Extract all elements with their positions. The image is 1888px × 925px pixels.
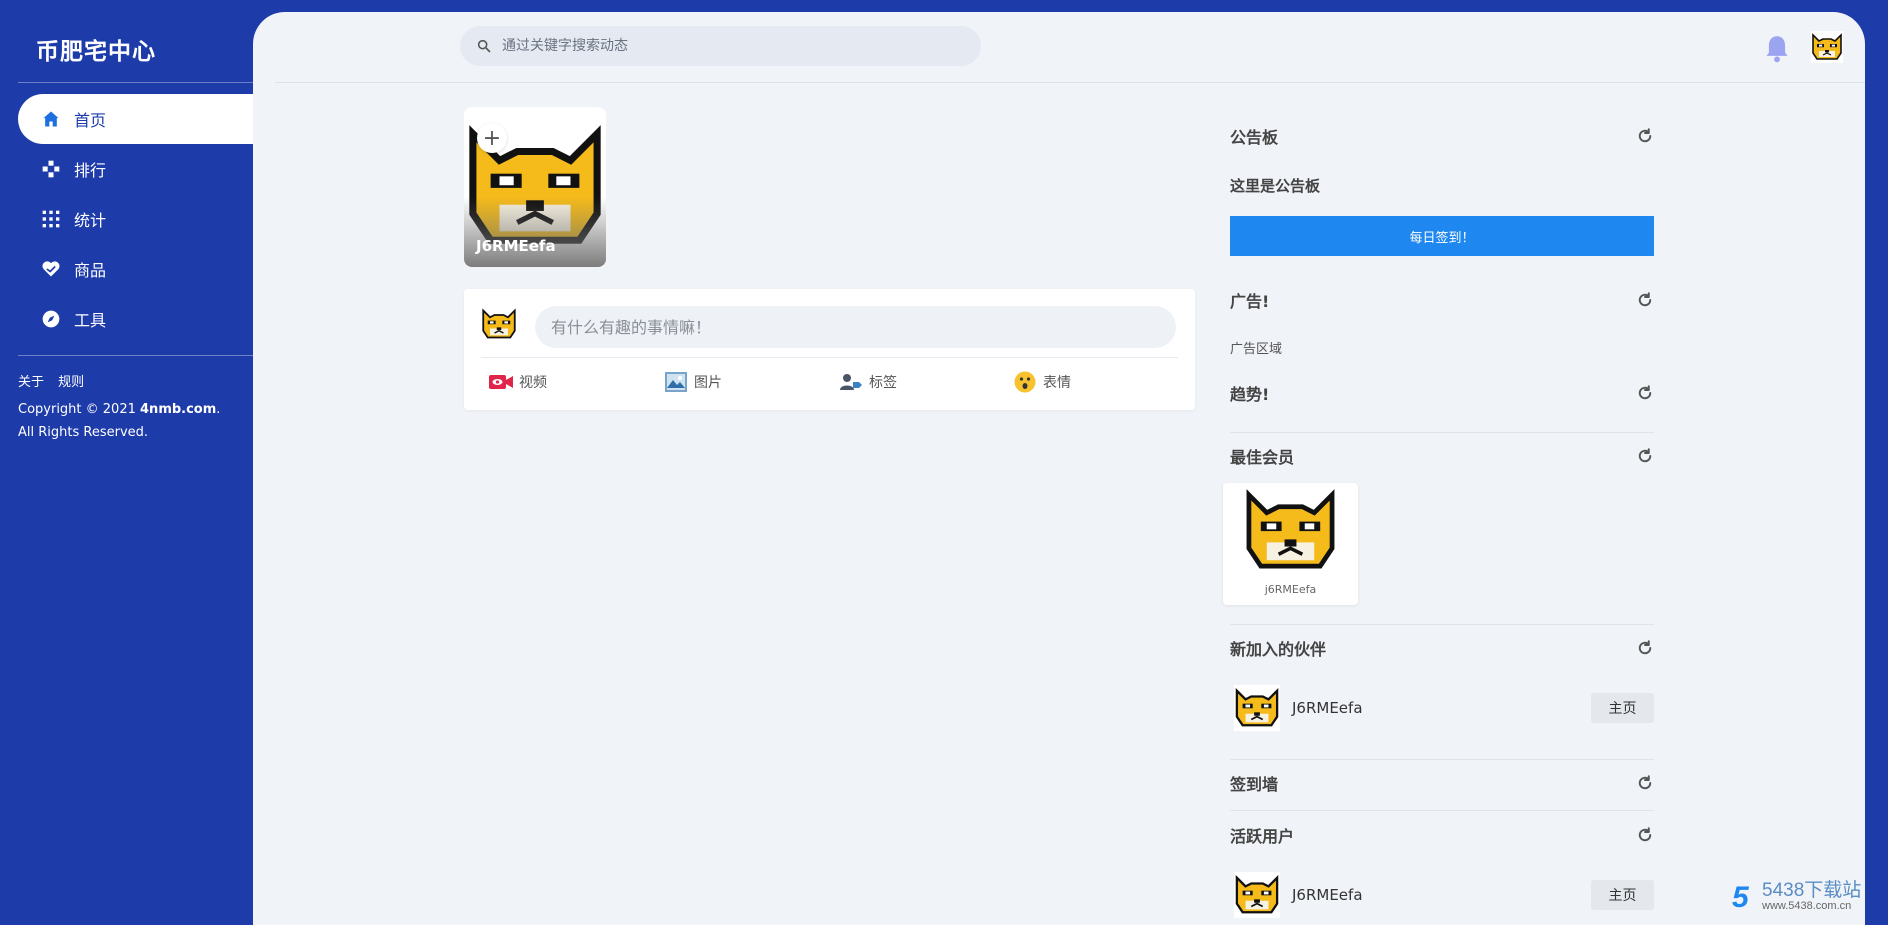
- profile-gradient: [464, 197, 606, 267]
- footer-links: 关于 规则: [18, 371, 94, 390]
- home-icon: [40, 108, 62, 130]
- section-divider: [1230, 759, 1654, 760]
- active-user-name[interactable]: J6RMEefa: [1292, 886, 1591, 904]
- ad-text: 广告区域: [1230, 342, 1283, 357]
- sidebar-item-label: 首页: [74, 111, 107, 130]
- compass-icon: [40, 308, 62, 330]
- heart-icon: [40, 258, 62, 280]
- refresh-icon[interactable]: [1636, 291, 1654, 309]
- copyright-brand: 4nmb.com: [140, 402, 217, 417]
- new-members-title: 新加入的伙伴: [1230, 640, 1327, 659]
- gamepad-icon: [40, 158, 62, 180]
- sidebar-item-tools[interactable]: 工具: [18, 294, 253, 344]
- ad-header: 广告!: [1230, 288, 1654, 312]
- search-icon: [477, 39, 491, 53]
- notice-text: 这里是公告板: [1230, 177, 1321, 195]
- notice-title: 公告板: [1230, 128, 1279, 147]
- active-user-row: J6RMEefa 主页: [1230, 870, 1654, 920]
- video-label: 视频: [519, 375, 547, 391]
- composer-avatar: [481, 306, 517, 342]
- composer-divider: [481, 357, 1178, 358]
- homepage-button[interactable]: 主页: [1591, 693, 1654, 723]
- video-icon: [489, 371, 513, 393]
- new-member-name[interactable]: J6RMEefa: [1292, 699, 1591, 717]
- active-users-header: 活跃用户: [1230, 823, 1654, 847]
- section-divider: [1230, 810, 1654, 811]
- image-button[interactable]: 图片: [664, 371, 722, 393]
- profile-name: J6RMEefa: [476, 237, 556, 255]
- best-member-header: 最佳会员: [1230, 444, 1654, 468]
- homepage-button[interactable]: 主页: [1591, 880, 1654, 910]
- refresh-icon[interactable]: [1636, 639, 1654, 657]
- new-member-avatar[interactable]: [1234, 685, 1280, 731]
- tag-user-icon: [839, 371, 863, 393]
- copyright-prefix: Copyright © 2021: [18, 402, 141, 417]
- copyright: Copyright © 2021 4nmb.com. All Rights Re…: [18, 398, 233, 444]
- main-panel: J6RMEefa + 视频 图片 标签 表情 公告板 这里是公告板 每日签到！ …: [253, 12, 1865, 925]
- header-divider: [275, 82, 1865, 83]
- watermark-url: www.5438.com.cn: [1762, 899, 1852, 912]
- notice-header: 公告板: [1230, 124, 1654, 148]
- watermark-title: 5438下载站: [1762, 879, 1862, 901]
- member-avatar: [1233, 483, 1348, 578]
- emoji-label: 表情: [1043, 375, 1071, 391]
- sidebar-divider: [18, 355, 253, 356]
- sidebar: 币肥宅中心 首页 排行 统计 商品 工具 关于 规则 Copyright © 2…: [0, 0, 253, 925]
- user-avatar[interactable]: [1811, 31, 1843, 63]
- image-label: 图片: [694, 375, 722, 391]
- sidebar-item-ranking[interactable]: 排行: [18, 144, 253, 194]
- sidebar-item-home[interactable]: 首页: [18, 94, 253, 144]
- best-member-card[interactable]: j6RMEefa: [1223, 483, 1358, 605]
- sidebar-item-stats[interactable]: 统计: [18, 194, 253, 244]
- watermark-digit: 5: [1732, 881, 1750, 912]
- refresh-icon[interactable]: [1636, 774, 1654, 792]
- post-input[interactable]: [535, 306, 1176, 348]
- section-divider: [1230, 432, 1654, 433]
- image-icon: [664, 371, 688, 393]
- watermark-logo-icon: 5: [1732, 881, 1750, 912]
- daily-signin-button[interactable]: 每日签到！: [1230, 216, 1654, 256]
- tag-button[interactable]: 标签: [839, 371, 897, 393]
- refresh-icon[interactable]: [1636, 127, 1654, 145]
- sidebar-item-label: 商品: [74, 261, 107, 280]
- emoji-icon: [1013, 371, 1037, 393]
- active-user-avatar[interactable]: [1234, 872, 1280, 918]
- sidebar-divider: [18, 82, 253, 83]
- search-input[interactable]: [500, 37, 944, 55]
- section-divider: [1230, 624, 1654, 625]
- sidebar-item-label: 工具: [74, 311, 107, 330]
- video-button[interactable]: 视频: [489, 371, 547, 393]
- ad-title: 广告!: [1230, 292, 1270, 311]
- sidebar-item-label: 排行: [74, 161, 107, 180]
- member-name: j6RMEefa: [1264, 583, 1317, 596]
- checkin-wall-title: 签到墙: [1230, 775, 1279, 794]
- refresh-icon[interactable]: [1636, 447, 1654, 465]
- add-cover-button[interactable]: +: [477, 123, 507, 153]
- checkin-wall-header: 签到墙: [1230, 771, 1654, 795]
- new-members-header: 新加入的伙伴: [1230, 636, 1654, 660]
- refresh-icon[interactable]: [1636, 826, 1654, 844]
- sidebar-item-label: 统计: [74, 211, 107, 230]
- sidebar-item-goods[interactable]: 商品: [18, 244, 253, 294]
- post-composer: 视频 图片 标签 表情: [464, 289, 1195, 410]
- new-member-row: J6RMEefa 主页: [1230, 683, 1654, 733]
- refresh-icon[interactable]: [1636, 384, 1654, 402]
- best-member-title: 最佳会员: [1230, 448, 1295, 467]
- emoji-button[interactable]: 表情: [1013, 371, 1071, 393]
- search-bar[interactable]: [460, 26, 981, 66]
- about-link[interactable]: 关于: [18, 375, 44, 390]
- rules-link[interactable]: 规则: [58, 375, 84, 390]
- active-users-title: 活跃用户: [1230, 827, 1295, 846]
- watermark: 5 5438下载站 www.5438.com.cn: [1730, 880, 1861, 912]
- grid-icon: [40, 208, 62, 230]
- site-logo[interactable]: 币肥宅中心: [36, 32, 156, 66]
- trend-title: 趋势!: [1230, 385, 1270, 404]
- bell-icon[interactable]: [1763, 34, 1791, 64]
- tag-label: 标签: [869, 375, 897, 391]
- trend-header: 趋势!: [1230, 381, 1654, 405]
